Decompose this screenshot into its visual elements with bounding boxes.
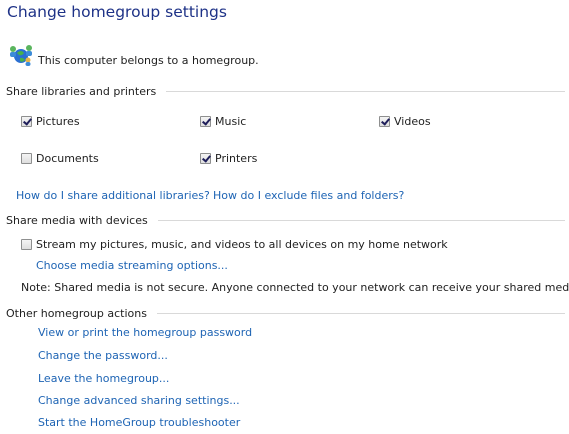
exclude-files-link[interactable]: How do I exclude files and folders? (213, 189, 404, 202)
section-divider (157, 220, 565, 221)
pictures-checkbox[interactable]: Pictures (21, 115, 80, 128)
videos-checkbox[interactable]: Videos (379, 115, 431, 128)
documents-checkbox[interactable]: Documents (21, 152, 99, 165)
share-additional-libraries-link[interactable]: How do I share additional libraries? (16, 189, 210, 202)
videos-label: Videos (394, 115, 431, 128)
change-advanced-sharing-link[interactable]: Change advanced sharing settings... (38, 394, 240, 407)
other-actions-section-heading: Other homegroup actions (6, 305, 565, 321)
homegroup-troubleshooter-link[interactable]: Start the HomeGroup troubleshooter (38, 416, 240, 429)
homegroup-status-text: This computer belongs to a homegroup. (38, 54, 259, 67)
checkbox-box[interactable] (379, 116, 390, 127)
music-label: Music (215, 115, 247, 128)
share-media-section-heading: Share media with devices (6, 212, 565, 228)
section-divider (156, 313, 565, 314)
shared-media-note: Note: Shared media is not secure. Anyone… (21, 281, 569, 294)
checkbox-box[interactable] (200, 116, 211, 127)
checkbox-box[interactable] (21, 116, 32, 127)
share-media-heading: Share media with devices (6, 213, 148, 227)
page-title: Change homegroup settings (7, 3, 227, 21)
printers-label: Printers (215, 152, 258, 165)
view-print-password-link[interactable]: View or print the homegroup password (38, 326, 252, 339)
stream-media-label: Stream my pictures, music, and videos to… (36, 238, 448, 251)
printers-checkbox[interactable]: Printers (200, 152, 257, 165)
documents-label: Documents (36, 152, 99, 165)
leave-homegroup-link[interactable]: Leave the homegroup... (38, 372, 169, 385)
music-checkbox[interactable]: Music (200, 115, 246, 128)
checkbox-box[interactable] (200, 153, 211, 164)
other-actions-heading: Other homegroup actions (6, 306, 147, 320)
share-libraries-heading: Share libraries and printers (6, 84, 157, 98)
stream-media-checkbox[interactable]: Stream my pictures, music, and videos to… (21, 238, 448, 251)
homegroup-icon (10, 45, 32, 66)
media-streaming-options-link[interactable]: Choose media streaming options... (36, 259, 228, 272)
section-divider (166, 91, 565, 92)
pictures-label: Pictures (36, 115, 80, 128)
share-libraries-section-heading: Share libraries and printers (6, 83, 565, 99)
change-password-link[interactable]: Change the password... (38, 349, 168, 362)
checkbox-box[interactable] (21, 239, 32, 250)
checkbox-box[interactable] (21, 153, 32, 164)
